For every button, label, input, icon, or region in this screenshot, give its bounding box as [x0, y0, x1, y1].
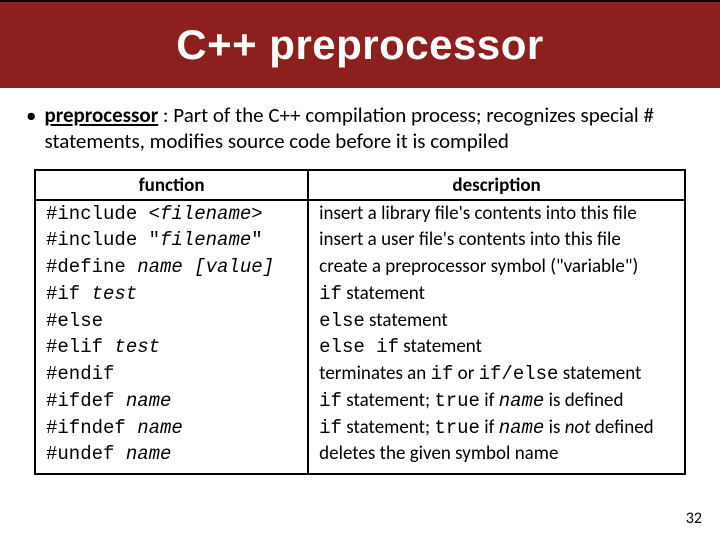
- cell-description: terminates an if or if/else statement: [308, 361, 684, 388]
- directive-table-wrap: function description #include <filename>…: [34, 169, 686, 476]
- table-header-row: function description: [36, 171, 684, 200]
- table-row: #define name [value]create a preprocesso…: [36, 254, 684, 281]
- cell-function: #include "filename": [36, 227, 308, 254]
- header-description: description: [308, 171, 684, 200]
- header-function: function: [36, 171, 308, 200]
- table-row: #undef namedeletes the given symbol name: [36, 441, 684, 473]
- cell-function: #else: [36, 308, 308, 335]
- slide-title: C++ preprocessor: [176, 21, 544, 69]
- cell-function: #ifdef name: [36, 388, 308, 415]
- cell-description: insert a user file's contents into this …: [308, 227, 684, 254]
- table-row: #if testif statement: [36, 281, 684, 308]
- table-row: #ifdef nameif statement; true if name is…: [36, 388, 684, 415]
- cell-description: else statement: [308, 308, 684, 335]
- table-row: #endifterminates an if or if/else statem…: [36, 361, 684, 388]
- table-row: #include "filename"insert a user file's …: [36, 227, 684, 254]
- cell-function: #elif test: [36, 334, 308, 361]
- cell-description: insert a library file's contents into th…: [308, 200, 684, 228]
- slide-body: • preprocessor : Part of the C++ compila…: [0, 88, 720, 475]
- cell-description: if statement: [308, 281, 684, 308]
- cell-function: #include <filename>: [36, 200, 308, 228]
- cell-description: deletes the given symbol name: [308, 441, 684, 473]
- cell-description: if statement; true if name is not define…: [308, 415, 684, 442]
- bullet-icon: •: [26, 102, 36, 155]
- cell-description: create a preprocessor symbol ("variable"…: [308, 254, 684, 281]
- cell-function: #ifndef name: [36, 415, 308, 442]
- cell-function: #undef name: [36, 441, 308, 473]
- table-row: #ifndef nameif statement; true if name i…: [36, 415, 684, 442]
- table-row: #include <filename>insert a library file…: [36, 200, 684, 228]
- definition-text: preprocessor : Part of the C++ compilati…: [44, 102, 694, 155]
- cell-description: if statement; true if name is defined: [308, 388, 684, 415]
- definition-term: preprocessor: [44, 102, 158, 128]
- cell-description: else if statement: [308, 334, 684, 361]
- page-number: 32: [686, 509, 702, 528]
- table-row: #elif testelse if statement: [36, 334, 684, 361]
- cell-function: #endif: [36, 361, 308, 388]
- cell-function: #if test: [36, 281, 308, 308]
- table-row: #elseelse statement: [36, 308, 684, 335]
- directive-table: function description #include <filename>…: [36, 171, 684, 474]
- definition-bullet: • preprocessor : Part of the C++ compila…: [26, 102, 694, 155]
- title-bar: C++ preprocessor: [0, 0, 720, 88]
- cell-function: #define name [value]: [36, 254, 308, 281]
